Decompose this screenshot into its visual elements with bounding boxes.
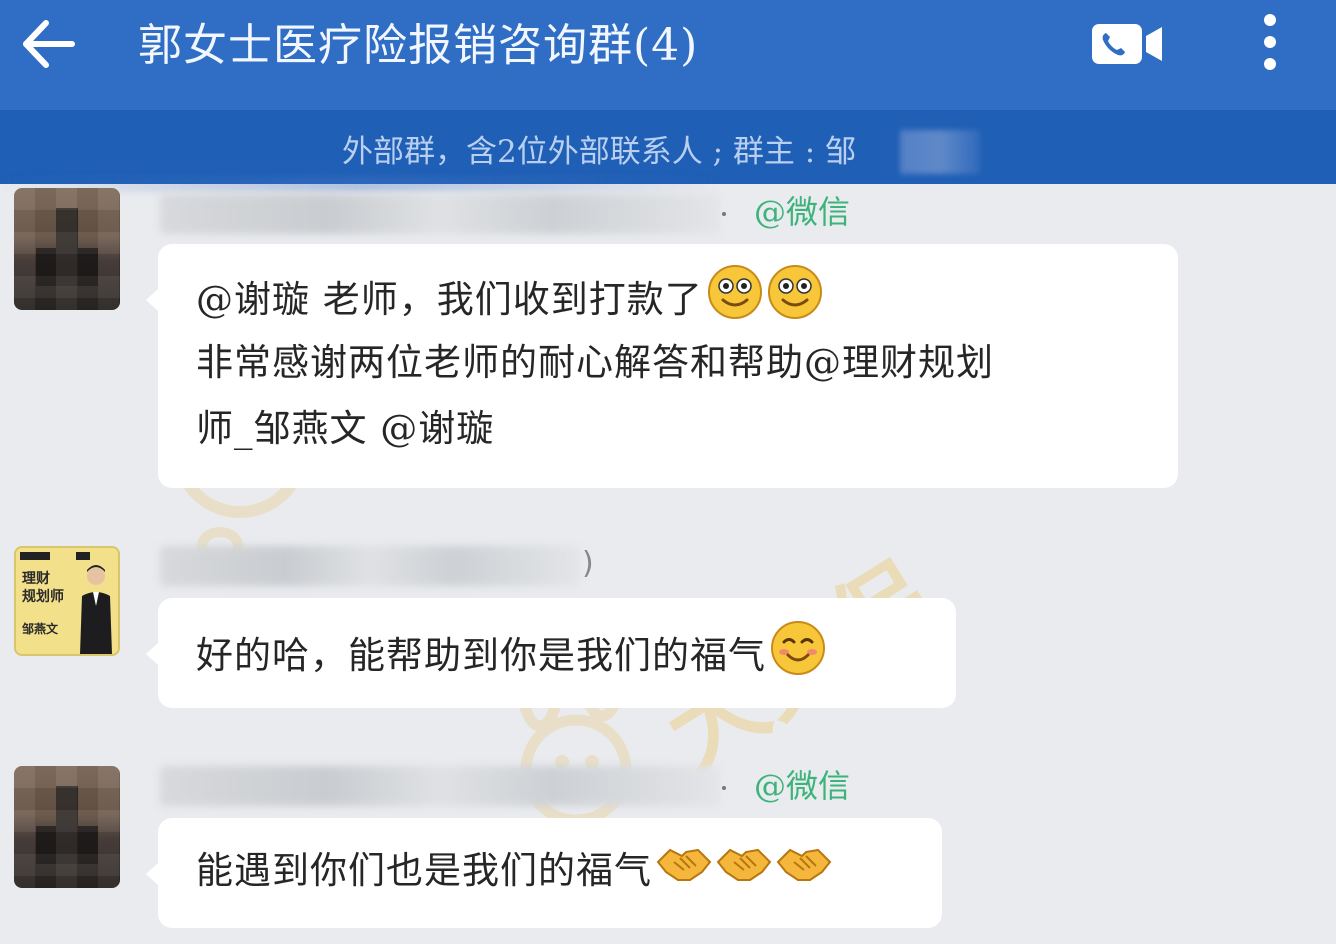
message-text: 好的哈，能帮助到你是我们的福气 (196, 634, 766, 677)
group-info-text: 外部群，含2位外部联系人 ; 群主 : 邹 (342, 134, 857, 170)
message-text: @谢璇 老师，我们收到打款了 (196, 278, 703, 321)
message-line: 非常感谢两位老师的耐心解答和帮助@理财规划 (196, 341, 994, 384)
blurred-sender-name (160, 766, 720, 806)
chat-screen: 郭女士医疗险报销咨询群(4) 外部群，含2位外部联系人 ; 群主 : 邹 @微信… (0, 0, 1336, 944)
wechat-source-tag: @微信 (754, 767, 851, 805)
planner-avatar[interactable]: 理财 规划师 邹燕文 (14, 546, 120, 656)
video-call-button[interactable] (1090, 22, 1164, 66)
sender-name-suffix: ) (582, 546, 594, 581)
handshake-emoji-icon (716, 841, 772, 907)
back-button[interactable] (18, 14, 80, 76)
video-call-icon (1092, 24, 1162, 64)
sender-avatar[interactable] (14, 766, 120, 888)
message-bubble[interactable]: @谢璇 老师，我们收到打款了 非常感谢两位老师的耐心解答和帮助@理财规划 师_邹… (146, 244, 1178, 488)
separator-dot (722, 212, 726, 216)
person-icon (80, 565, 112, 654)
avatar-badge (76, 552, 90, 560)
blurred-sender-name (160, 546, 580, 586)
handshake-emoji-icon (656, 841, 712, 907)
arrow-left-icon (23, 20, 75, 68)
handshake-emoji-icon (776, 841, 832, 907)
more-options-button[interactable] (1252, 12, 1288, 74)
header-bar: 郭女士医疗险报销咨询群(4) (0, 0, 1336, 110)
message-line: 好的哈，能帮助到你是我们的福气 (196, 620, 918, 697)
message-text: 能遇到你们也是我们的福气 (196, 849, 652, 892)
message-line: @谢璇 老师，我们收到打款了 (196, 264, 1140, 330)
chat-title: 郭女士医疗险报销咨询群(4) (138, 20, 699, 71)
planner-card: 理财 规划师 邹燕文 (16, 548, 118, 654)
blush-emoji-icon (770, 620, 826, 697)
blurred-sender-name (160, 194, 720, 234)
sender-avatar[interactable] (14, 188, 120, 310)
wechat-source-tag: @微信 (754, 193, 851, 231)
message-bubble[interactable]: 能遇到你们也是我们的福气 (146, 818, 942, 928)
blurred-owner-name (900, 130, 980, 174)
avatar-badge (20, 552, 50, 560)
message-line: 师_邹燕文 @谢璇 (196, 407, 495, 450)
avatar-name: 邹燕文 (22, 622, 59, 636)
avatar-caption: 理财 规划师 (22, 571, 64, 605)
separator-dot (722, 786, 726, 790)
more-vertical-icon (1264, 14, 1276, 70)
group-info-bar[interactable]: 外部群，含2位外部联系人 ; 群主 : 邹 (0, 110, 1336, 184)
message-bubble[interactable]: 好的哈，能帮助到你是我们的福气 (146, 598, 956, 708)
message-line: 能遇到你们也是我们的福气 (196, 838, 904, 907)
